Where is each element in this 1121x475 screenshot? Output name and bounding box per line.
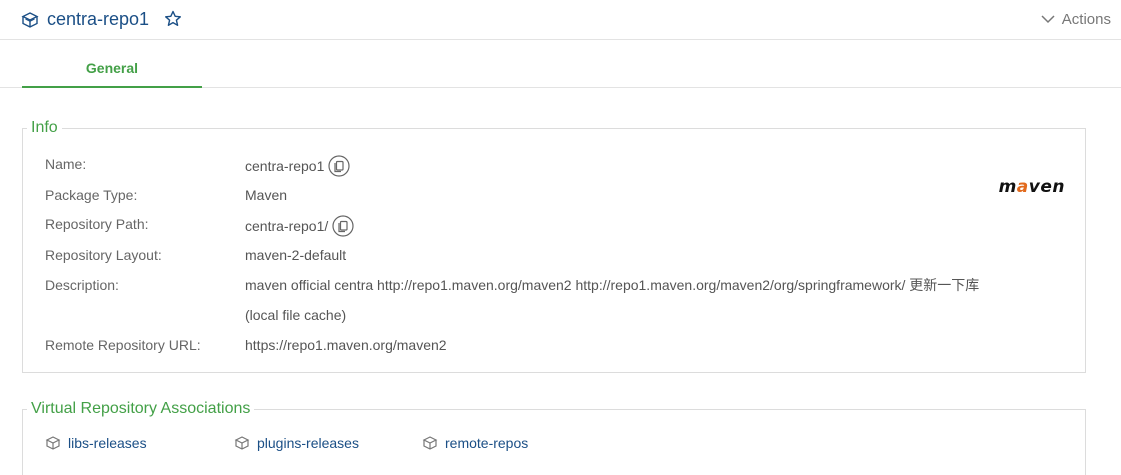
info-label: Package Type: [45, 187, 138, 203]
info-row-repository-layout: Repository Layout: maven-2-default [45, 246, 346, 264]
info-label: Description: [45, 277, 119, 293]
vra-legend: Virtual Repository Associations [27, 399, 255, 419]
page-title: centra-repo1 [47, 9, 150, 29]
association-link-remote-repos[interactable]: remote-repos [422, 435, 528, 451]
repo-icon [21, 12, 39, 28]
info-row-package-type: Package Type: Maven [45, 186, 287, 204]
logo-part: ven [1028, 177, 1065, 197]
association-link-libs-releases[interactable]: libs-releases [45, 435, 147, 451]
info-value: centra-repo1 [245, 155, 350, 177]
logo-part: m [998, 177, 1017, 197]
chevron-down-icon [1041, 15, 1055, 24]
info-section: Info Name: centra-repo1 Package Type: Ma… [22, 118, 1086, 373]
repository-layout-value: maven-2-default [245, 247, 347, 263]
description-value: maven official centra http://repo1.maven… [245, 277, 980, 323]
tab-bar: General [0, 41, 1121, 88]
info-label: Repository Layout: [45, 247, 162, 263]
info-value: centra-repo1/ [245, 215, 354, 237]
info-label: Remote Repository URL: [45, 337, 201, 353]
info-legend: Info [27, 118, 62, 138]
info-label: Repository Path: [45, 216, 149, 232]
page-header: centra-repo1 Actions [0, 0, 1121, 40]
association-label: remote-repos [445, 435, 529, 451]
info-label: Name: [45, 156, 87, 172]
repository-path-value: centra-repo1/ [245, 218, 329, 234]
association-label: plugins-releases [257, 435, 359, 451]
info-row-repository-path: Repository Path: centra-repo1/ [45, 215, 354, 237]
info-row-description: Description: maven official centra http:… [45, 270, 995, 330]
copy-icon[interactable] [332, 215, 354, 237]
copy-icon[interactable] [328, 155, 350, 177]
remote-url-value: https://repo1.maven.org/maven2 [245, 337, 447, 353]
actions-label: Actions [1061, 10, 1111, 28]
name-value: centra-repo1 [245, 158, 325, 174]
star-icon[interactable] [163, 9, 183, 29]
repo-icon [234, 436, 250, 450]
logo-part-accent: a [1016, 177, 1029, 197]
association-label: libs-releases [68, 435, 147, 451]
repo-icon [422, 436, 438, 450]
info-row-name: Name: centra-repo1 [45, 155, 350, 177]
virtual-repository-associations-section: Virtual Repository Associations libs-rel… [22, 399, 1086, 475]
repo-icon [45, 436, 61, 450]
info-row-remote-url: Remote Repository URL: https://repo1.mav… [45, 336, 447, 354]
package-type-value: Maven [245, 187, 288, 203]
actions-menu-button[interactable]: Actions [1040, 9, 1111, 29]
association-link-plugins-releases[interactable]: plugins-releases [234, 435, 359, 451]
tab-general[interactable]: General [22, 41, 202, 88]
maven-logo: maven [999, 177, 1065, 197]
